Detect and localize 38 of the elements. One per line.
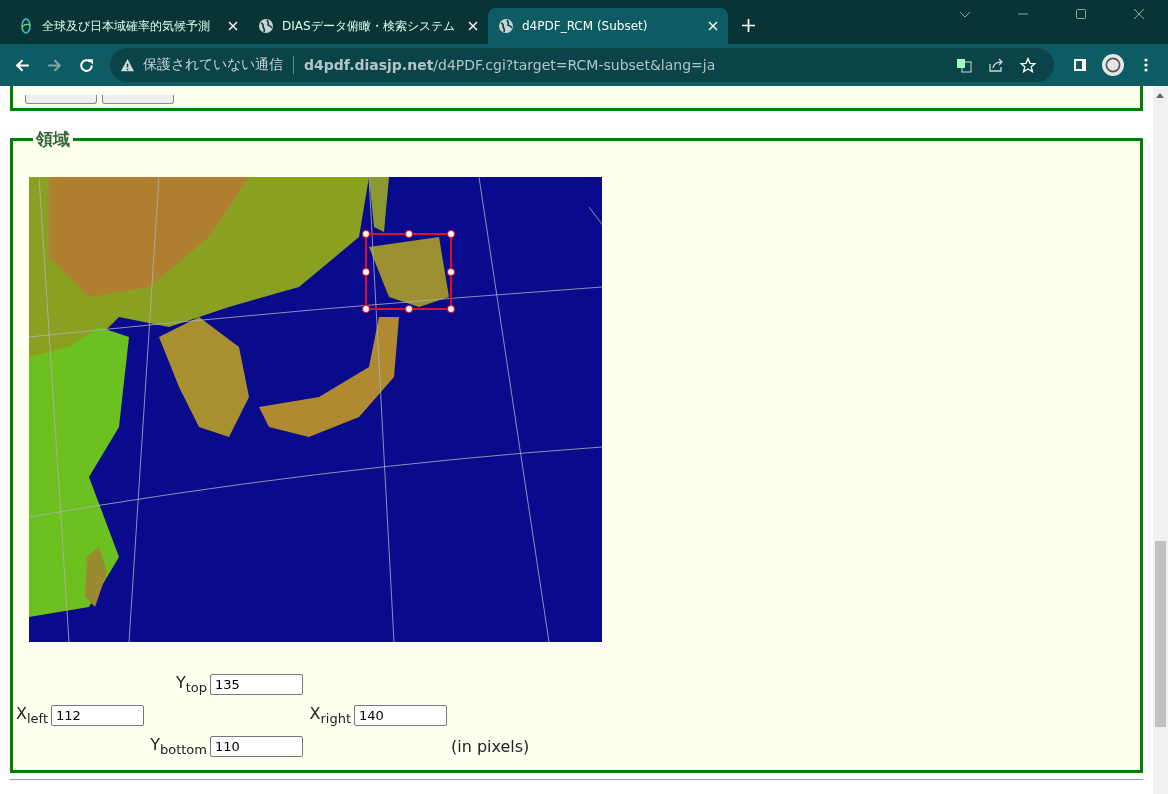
region-legend: 領域	[33, 128, 73, 151]
tab-title: 全球及び日本域確率的気候予測	[42, 17, 211, 35]
translate-icon[interactable]	[956, 57, 972, 73]
share-icon[interactable]	[988, 57, 1004, 73]
reload-icon[interactable]	[78, 56, 95, 74]
input-field[interactable]: 135	[210, 674, 303, 695]
address-bar[interactable]: 保護されていない通信 d4pdf.diasjp.net/d4PDF.cgi?target=RCM-subset&lang=ja	[110, 48, 1054, 82]
coordinate-label: Y$_{top}$	[175, 673, 208, 696]
coordinate-label: X$_{right}$	[309, 704, 352, 727]
leaf-logo-icon	[18, 18, 34, 34]
side-panel-icon[interactable]	[1072, 57, 1088, 73]
new-tab-icon[interactable]	[742, 19, 755, 32]
selection-rectangle[interactable]	[361, 229, 456, 314]
browser-tab[interactable]: d4PDF_RCM (Subset)	[488, 8, 728, 44]
globe-icon	[258, 18, 274, 34]
input-field[interactable]: 112	[51, 705, 144, 726]
scrollbar[interactable]	[1153, 86, 1168, 794]
browser-tab[interactable]: DIASデータ俯瞰・検索システム	[248, 8, 488, 44]
coordinate-label: Y$_{bottom}$	[150, 735, 208, 758]
star-icon[interactable]	[1020, 57, 1036, 73]
profile-avatar[interactable]	[1102, 54, 1124, 76]
close-icon[interactable]	[1133, 8, 1145, 20]
cut-off-button[interactable]	[102, 95, 174, 104]
url-text: d4pdf.diasjp.net/d4PDF.cgi?target=RCM-subset&lang=ja	[304, 57, 716, 73]
browser-tab[interactable]: 全球及び日本域確率的気候予測	[8, 8, 248, 44]
input-field[interactable]: 110	[210, 736, 303, 757]
cut-off-button[interactable]	[25, 95, 97, 104]
globe-icon	[498, 18, 514, 34]
scroll-up-icon[interactable]	[1156, 92, 1164, 98]
security-label: 保護されていない通信	[143, 56, 283, 74]
unit-note: (in pixels)	[450, 737, 531, 756]
coordinate-label: X$_{left}$	[15, 704, 49, 727]
warning-icon	[120, 57, 135, 73]
scrollbar-thumb[interactable]	[1155, 541, 1166, 727]
tab-title: DIASデータ俯瞰・検索システム	[282, 17, 456, 35]
tab-title: d4PDF_RCM (Subset)	[522, 19, 649, 33]
input-field[interactable]: 140	[354, 705, 447, 726]
maximize-icon[interactable]	[1075, 8, 1087, 20]
